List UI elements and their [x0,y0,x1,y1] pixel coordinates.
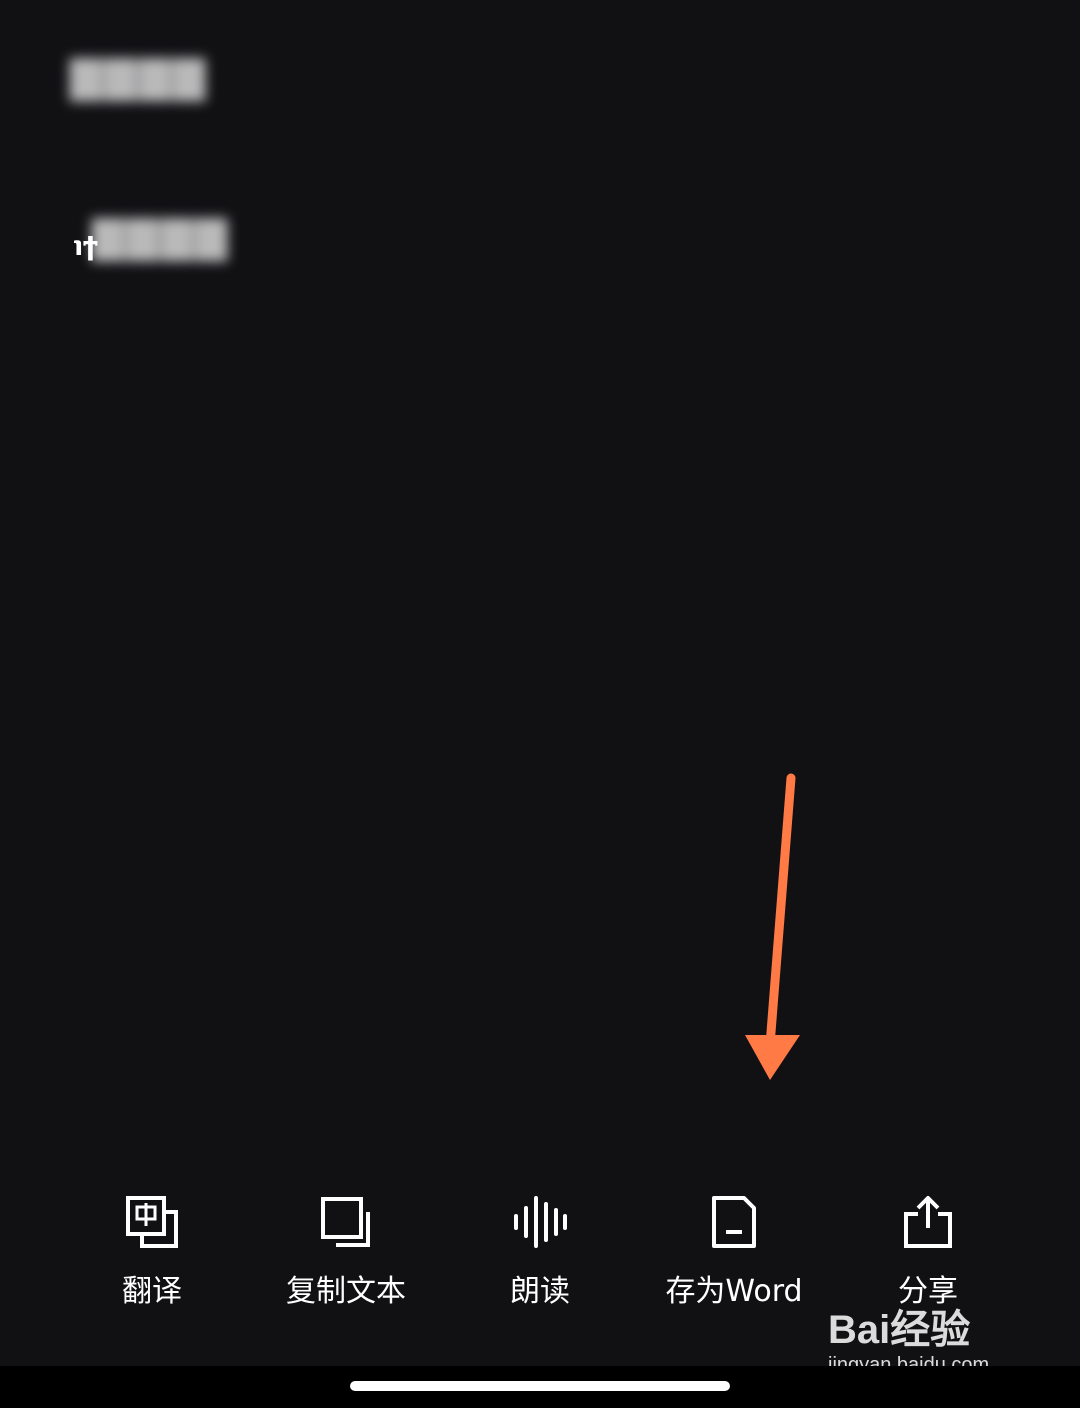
read-aloud-button[interactable]: 朗读 [443,1190,637,1330]
save-word-label: 存为Word [665,1274,803,1309]
annotation-arrow [745,773,800,1080]
share-icon [896,1190,960,1254]
copy-icon [314,1190,378,1254]
share-label: 分享 [898,1274,958,1309]
watermark-brand: Bai经验 [828,1308,971,1352]
home-indicator[interactable] [350,1381,730,1391]
ocr-result-screen: ▇▇▇▇ ▇▇▇▇ ℩ϯ 翻译 复制文本 朗读 存为Word 分享 Bai经验 … [0,0,1080,1408]
translate-label: 翻译 [122,1274,182,1309]
document-icon [702,1190,766,1254]
copy-text-label: 复制文本 [286,1274,406,1309]
blurred-text-line-1: ▇▇▇▇ [70,52,208,101]
translate-button[interactable]: 翻译 [55,1190,249,1330]
blurred-text-line-2: ▇▇▇▇ [92,212,230,261]
text-cursor-mark: ℩ϯ [74,232,99,262]
save-word-button[interactable]: 存为Word [637,1190,831,1330]
read-aloud-label: 朗读 [510,1274,570,1309]
translate-icon [120,1190,184,1254]
audio-wave-icon [508,1190,572,1254]
copy-text-button[interactable]: 复制文本 [249,1190,443,1330]
